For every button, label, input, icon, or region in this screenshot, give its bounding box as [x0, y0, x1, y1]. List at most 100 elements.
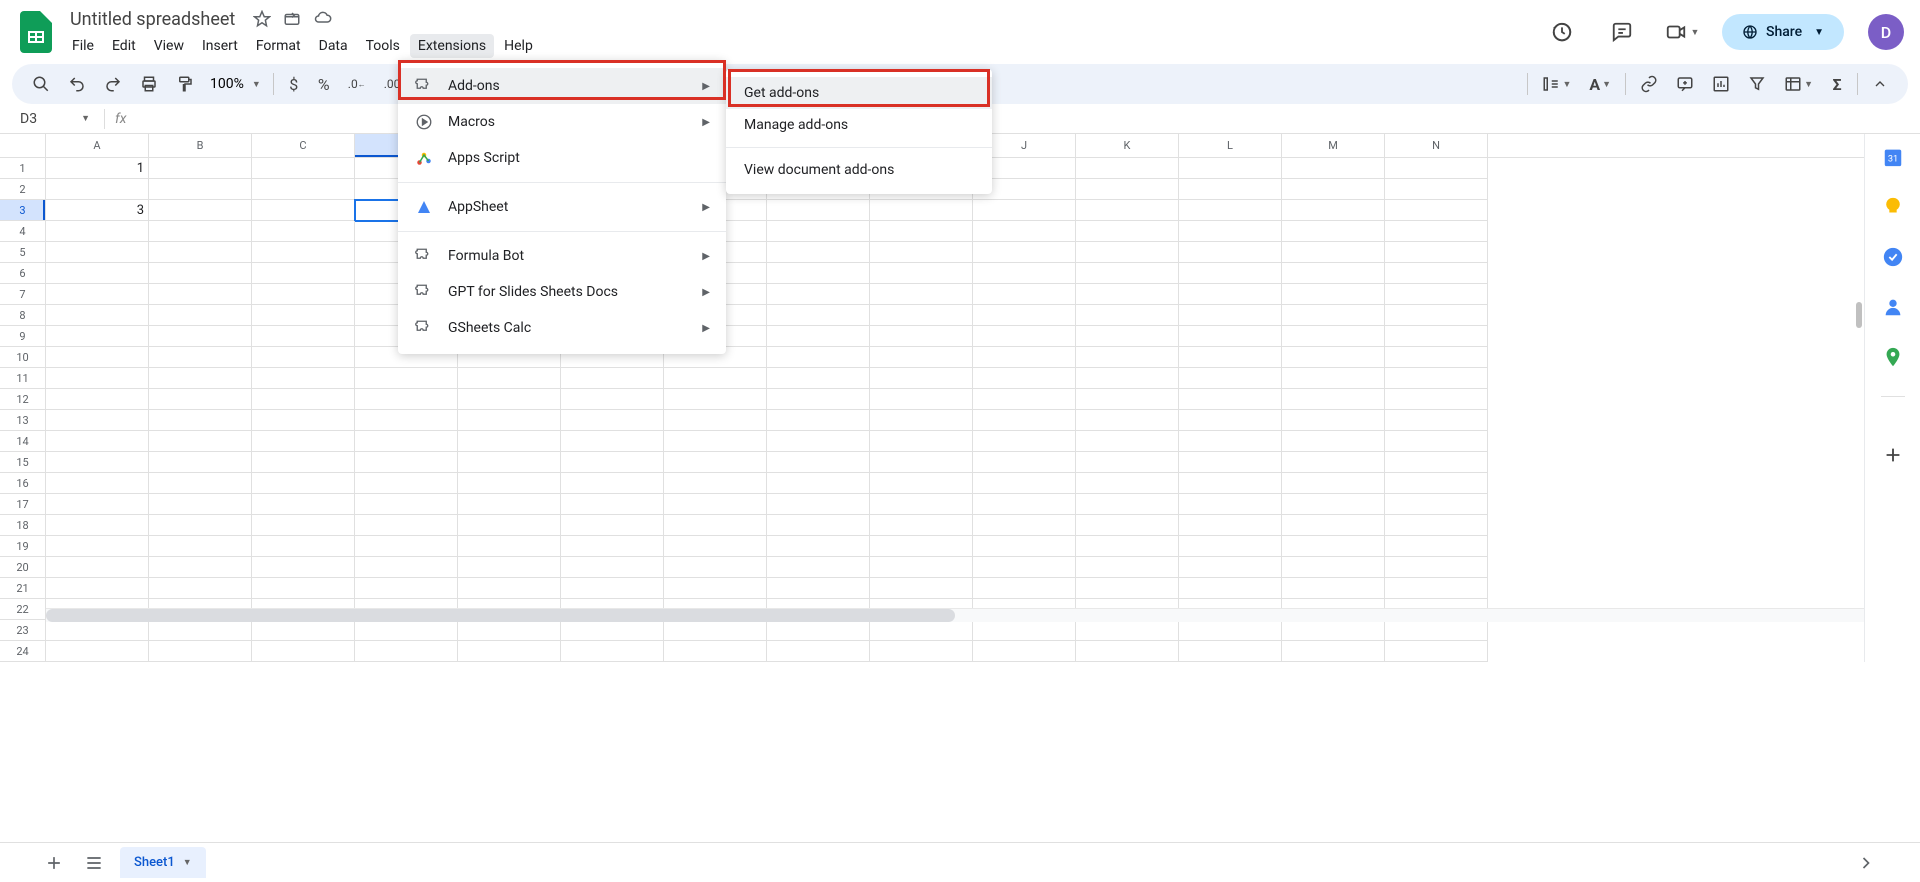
cell[interactable] [252, 620, 355, 641]
cell[interactable] [46, 641, 149, 662]
cell[interactable] [1076, 326, 1179, 347]
cell[interactable] [252, 263, 355, 284]
add-panel-icon[interactable] [1882, 444, 1904, 466]
cell[interactable] [252, 431, 355, 452]
cell[interactable] [252, 347, 355, 368]
text-color-icon[interactable]: A▼ [1581, 69, 1619, 99]
history-icon[interactable] [1542, 12, 1582, 52]
cell[interactable] [458, 389, 561, 410]
cell[interactable] [870, 410, 973, 431]
cell[interactable] [664, 494, 767, 515]
cell[interactable] [1282, 221, 1385, 242]
cell[interactable] [1282, 452, 1385, 473]
print-icon[interactable] [132, 69, 166, 99]
cell[interactable] [1179, 641, 1282, 662]
cell[interactable] [149, 389, 252, 410]
cell[interactable] [1385, 305, 1488, 326]
cell[interactable] [1076, 389, 1179, 410]
cell[interactable] [870, 221, 973, 242]
maps-icon[interactable] [1882, 346, 1904, 368]
cell[interactable] [1385, 389, 1488, 410]
cell[interactable] [1282, 515, 1385, 536]
cell[interactable] [1282, 536, 1385, 557]
currency-icon[interactable]: $ [280, 69, 308, 99]
cell[interactable] [1076, 578, 1179, 599]
explore-icon[interactable] [1852, 849, 1880, 877]
cell[interactable] [355, 578, 458, 599]
cell[interactable] [870, 284, 973, 305]
cell[interactable] [46, 410, 149, 431]
cell[interactable] [1282, 242, 1385, 263]
name-box[interactable]: D3▼ [12, 109, 98, 129]
tasks-icon[interactable] [1882, 246, 1904, 268]
meet-icon[interactable]: ▼ [1662, 12, 1702, 52]
cell[interactable] [149, 200, 252, 221]
cell[interactable] [767, 536, 870, 557]
cell[interactable] [252, 641, 355, 662]
cell[interactable] [870, 200, 973, 221]
cell[interactable] [149, 536, 252, 557]
cell[interactable] [458, 494, 561, 515]
cell[interactable] [252, 284, 355, 305]
cell[interactable] [149, 179, 252, 200]
cell[interactable] [458, 410, 561, 431]
cell[interactable] [973, 347, 1076, 368]
cell[interactable] [1076, 263, 1179, 284]
cell[interactable] [767, 242, 870, 263]
cell[interactable] [561, 410, 664, 431]
cell[interactable] [1282, 179, 1385, 200]
cell[interactable] [1179, 452, 1282, 473]
cell[interactable] [46, 431, 149, 452]
cell[interactable] [870, 326, 973, 347]
cell[interactable] [252, 179, 355, 200]
cell[interactable] [1179, 494, 1282, 515]
cell[interactable] [46, 305, 149, 326]
cell[interactable] [767, 431, 870, 452]
cell[interactable] [767, 473, 870, 494]
cell[interactable] [1385, 515, 1488, 536]
cell[interactable] [1179, 515, 1282, 536]
cell[interactable] [1385, 347, 1488, 368]
cell[interactable] [767, 326, 870, 347]
star-icon[interactable] [253, 10, 271, 28]
cell[interactable] [870, 452, 973, 473]
cell[interactable] [664, 557, 767, 578]
row-header[interactable]: 6 [0, 263, 46, 284]
cell[interactable] [252, 515, 355, 536]
cell[interactable] [46, 179, 149, 200]
cell[interactable] [1282, 473, 1385, 494]
cell[interactable] [561, 431, 664, 452]
menu-tools[interactable]: Tools [358, 34, 408, 58]
cell[interactable] [1076, 452, 1179, 473]
cell[interactable] [149, 431, 252, 452]
cell[interactable] [767, 221, 870, 242]
cell[interactable] [252, 200, 355, 221]
cell[interactable] [870, 431, 973, 452]
row-header[interactable]: 2 [0, 179, 46, 200]
cell[interactable] [1282, 494, 1385, 515]
filter-icon[interactable] [1740, 69, 1774, 99]
cell[interactable] [149, 557, 252, 578]
cell[interactable] [664, 620, 767, 641]
cell[interactable] [561, 641, 664, 662]
cell[interactable] [1179, 578, 1282, 599]
ext-menu-item[interactable]: Add-ons▶ [398, 68, 726, 104]
cell[interactable] [767, 641, 870, 662]
cell[interactable] [1076, 557, 1179, 578]
cell[interactable] [1282, 620, 1385, 641]
cell[interactable] [1179, 347, 1282, 368]
collapse-toolbar-icon[interactable] [1864, 69, 1896, 99]
cell[interactable] [1385, 431, 1488, 452]
cell[interactable] [767, 578, 870, 599]
doc-title[interactable]: Untitled spreadsheet [64, 7, 241, 32]
cell[interactable] [973, 578, 1076, 599]
cell[interactable] [1179, 242, 1282, 263]
vertical-scroll-indicator[interactable] [1856, 302, 1862, 328]
decrease-decimal-icon[interactable]: .0← [340, 69, 374, 99]
cell[interactable] [767, 284, 870, 305]
sheet-tab[interactable]: Sheet1▼ [120, 847, 206, 878]
cell[interactable] [46, 368, 149, 389]
cell[interactable] [870, 620, 973, 641]
cell[interactable] [561, 578, 664, 599]
cell[interactable] [1076, 284, 1179, 305]
